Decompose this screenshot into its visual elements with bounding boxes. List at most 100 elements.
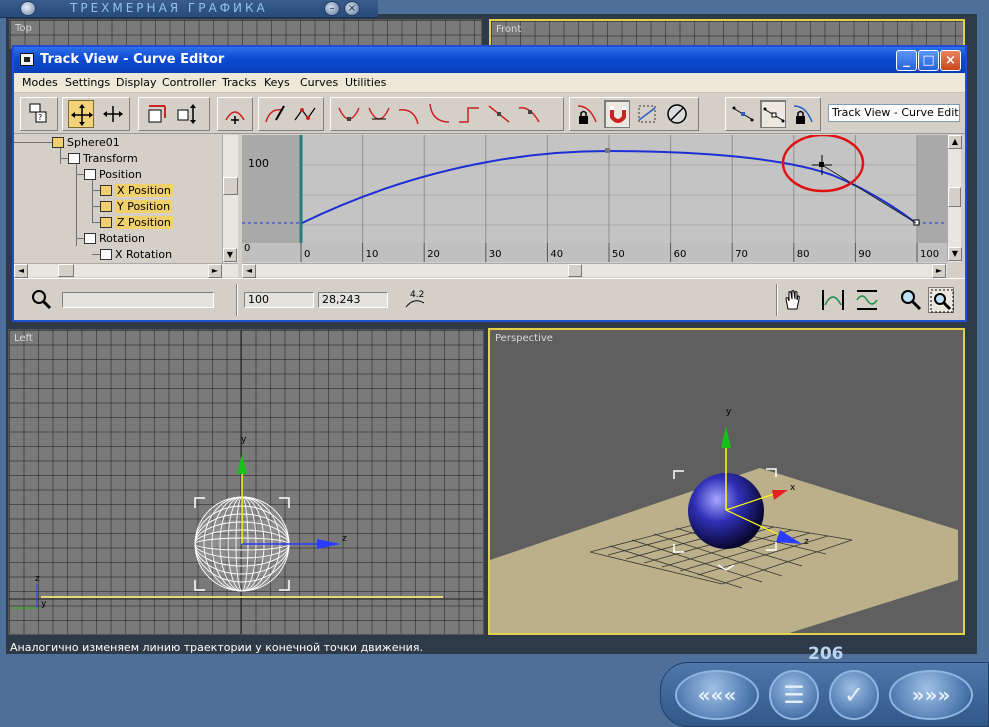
scroll-right-arrow-icon[interactable]: ► [932, 264, 946, 278]
show-selected-key-stats-icon[interactable]: 4.2 [402, 287, 428, 313]
show-all-tangents-icon[interactable] [760, 100, 786, 128]
scale-keys-icon[interactable] [144, 100, 170, 128]
persp-y-label: y [726, 407, 732, 417]
gizmo-z-arrow [317, 539, 341, 549]
tree-item-z-position[interactable]: Z Position [100, 216, 173, 231]
tree-item-rotation[interactable]: Rotation [84, 232, 145, 247]
object-name-field[interactable] [62, 292, 214, 308]
tree-item-position[interactable]: Position [84, 168, 142, 183]
zoom-horizontal-extents-icon[interactable] [820, 287, 846, 313]
scroll-right-arrow-icon[interactable]: ► [208, 264, 222, 278]
zoom-region-icon[interactable] [928, 287, 954, 313]
viewport-left[interactable]: Left y z z y [8, 329, 484, 635]
lock-selection-icon[interactable] [574, 100, 600, 128]
tv-title-bar[interactable]: Track View - Curve Editor _ □ × [14, 47, 965, 73]
scroll-left-arrow-icon[interactable]: ◄ [242, 264, 256, 278]
curve-graph[interactable]: 100 0 10 20 30 40 50 60 70 80 90 100 0 [242, 135, 961, 262]
scrollbar-thumb[interactable] [568, 264, 582, 277]
frame-tick-label: 10 [366, 249, 379, 260]
scroll-down-arrow-icon[interactable]: ▼ [948, 247, 962, 261]
tv-maximize-button[interactable]: □ [918, 50, 939, 71]
reduce-keys-icon[interactable] [292, 100, 318, 128]
tree-item-x-position[interactable]: X Position [100, 184, 173, 199]
frame-ruler [242, 243, 947, 262]
menu-controller[interactable]: Controller [162, 76, 216, 89]
tv-close-button[interactable]: × [940, 50, 961, 71]
track-view-window-icon[interactable] [20, 53, 34, 66]
scrollbar-thumb[interactable] [58, 264, 74, 277]
value-field[interactable]: 28,243 [318, 292, 388, 308]
app-minimize-button[interactable]: – [324, 1, 340, 16]
frame-tick-label: 50 [612, 249, 625, 260]
sphere-object-icon [52, 137, 64, 148]
graph-horizontal-scrollbar[interactable]: ◄ ► [242, 263, 947, 278]
menu-tracks[interactable]: Tracks [222, 76, 257, 89]
nav-next-button[interactable]: »»» [889, 670, 973, 720]
snap-frames-icon[interactable] [604, 100, 630, 128]
add-keys-icon[interactable] [222, 100, 248, 128]
zero-value-label: 0 [244, 243, 250, 254]
snap-value: 4.2 [410, 290, 424, 300]
curve-key[interactable] [605, 148, 610, 153]
app-logo-icon[interactable] [20, 1, 36, 16]
hierarchy-vertical-scrollbar[interactable]: ▼ [222, 135, 238, 263]
tangent-step-icon[interactable] [456, 100, 482, 128]
app-close-button[interactable]: × [344, 1, 360, 16]
tangent-smooth-icon[interactable] [516, 100, 542, 128]
gizmo-y-arrow [237, 454, 247, 474]
nav-previous-button[interactable]: ««« [675, 670, 759, 720]
filters-icon[interactable]: ? [26, 100, 52, 128]
scroll-up-arrow-icon[interactable]: ▲ [948, 135, 962, 149]
perspective-scene: y x z [490, 407, 958, 633]
tv-minimize-button[interactable]: _ [896, 50, 917, 71]
tangent-slow-icon[interactable] [426, 100, 452, 128]
tangent-custom-icon[interactable] [366, 100, 392, 128]
zoom-selected-object-icon[interactable] [28, 287, 54, 313]
tangent-fast-icon[interactable] [396, 100, 422, 128]
viewport-perspective[interactable]: Perspective y x z [488, 328, 965, 635]
track-view-name-field[interactable]: Track View - Curve Editor [828, 104, 960, 122]
tree-item-x-rotation[interactable]: X Rotation [100, 248, 172, 263]
hierarchy-horizontal-scrollbar[interactable]: ◄ ► [14, 263, 238, 278]
persp-z-label: z [804, 537, 809, 547]
show-tangents-icon[interactable] [730, 100, 756, 128]
tree-line [92, 254, 100, 255]
move-keys-icon[interactable] [68, 100, 94, 128]
menu-settings[interactable]: Settings [65, 76, 110, 89]
zoom-value-extents-icon[interactable] [854, 287, 880, 313]
track-view-window: Track View - Curve Editor _ □ × Modes Se… [12, 45, 967, 322]
tree-item-sphere01[interactable]: Sphere01 [52, 136, 120, 151]
curve-track-icon [100, 185, 112, 196]
scrollbar-thumb[interactable] [948, 187, 961, 207]
lock-tangents-icon[interactable] [790, 100, 816, 128]
frame-tick-label: 60 [674, 249, 687, 260]
menu-display[interactable]: Display [116, 76, 157, 89]
menu-keys[interactable]: Keys [264, 76, 290, 89]
pan-hand-icon[interactable] [780, 287, 806, 313]
graph-vertical-scrollbar[interactable]: ▲ ▼ [947, 135, 962, 262]
nav-check-button[interactable]: ✓ [829, 670, 879, 720]
scale-values-icon[interactable] [174, 100, 200, 128]
frame-field[interactable]: 100 [244, 292, 314, 308]
slide-keys-icon[interactable] [100, 100, 126, 128]
scroll-down-arrow-icon[interactable]: ▼ [223, 248, 237, 262]
value-label: 100 [248, 157, 269, 170]
scrollbar-thumb[interactable] [223, 177, 238, 195]
menu-curves[interactable]: Curves [300, 76, 338, 89]
menu-utilities[interactable]: Utilities [345, 76, 386, 89]
zoom-icon[interactable] [898, 287, 924, 313]
tree-item-transform[interactable]: Transform [68, 152, 138, 167]
no-out-of-range-icon[interactable] [664, 100, 690, 128]
menu-modes[interactable]: Modes [22, 76, 58, 89]
tangent-linear-icon[interactable] [486, 100, 512, 128]
curve-graph-canvas[interactable]: 100 0 10 20 30 40 50 60 70 80 90 100 0 [242, 135, 947, 262]
tangent-auto-icon[interactable] [336, 100, 362, 128]
tree-line [76, 238, 84, 239]
scroll-left-arrow-icon[interactable]: ◄ [14, 264, 28, 278]
viewport-top-label: Top [15, 23, 32, 34]
parameter-curve-icon[interactable] [634, 100, 660, 128]
nav-menu-button[interactable]: ☰ [769, 670, 819, 720]
draw-curves-icon[interactable] [262, 100, 288, 128]
tree-item-y-position[interactable]: Y Position [100, 200, 173, 215]
navigation-bar: ««« ☰ ✓ »»» [660, 662, 989, 727]
